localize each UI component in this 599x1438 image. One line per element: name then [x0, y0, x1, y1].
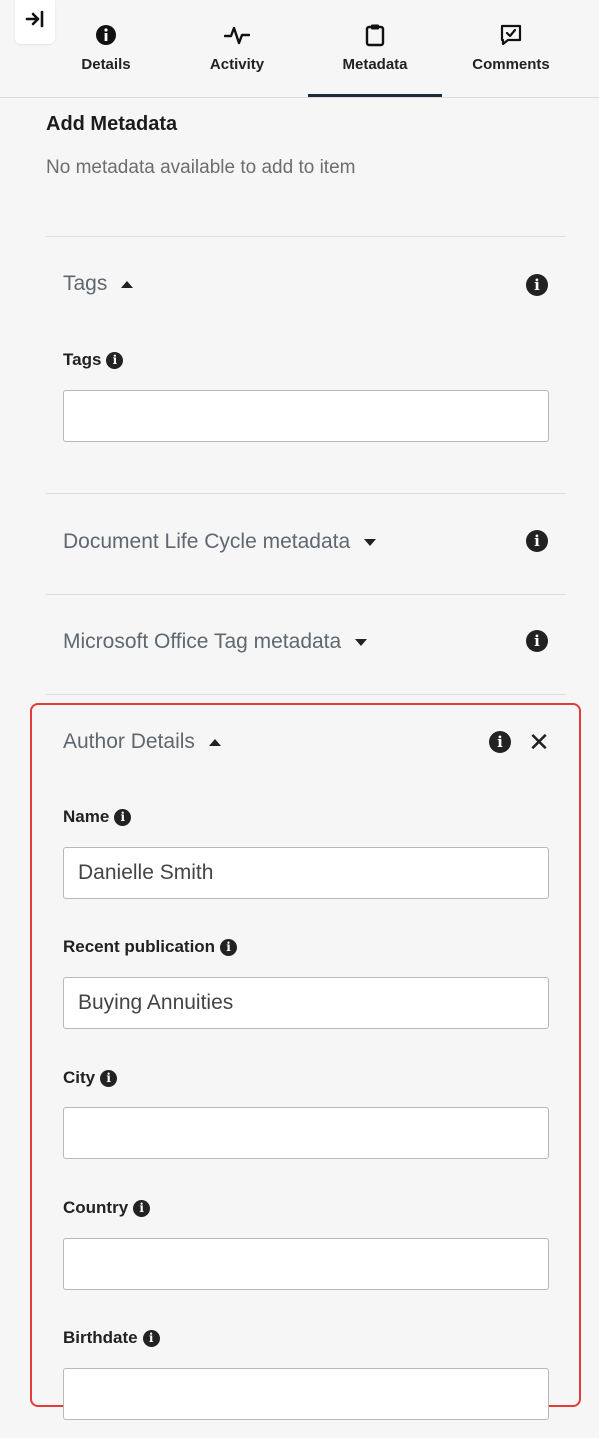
activity-icon [224, 22, 250, 48]
recent-publication-field[interactable]: Buying Annuities [63, 977, 549, 1029]
field-label-text: Tags [63, 350, 102, 369]
tab-details[interactable]: Details [46, 22, 166, 98]
section-title-tags: Tags [63, 272, 108, 295]
field-label-text: City [63, 1068, 96, 1087]
section-title-document-life-cycle: Document Life Cycle metadata [63, 530, 351, 553]
field-label-recent-publication: Recent publication i [63, 937, 238, 957]
field-label-city: City i [63, 1068, 118, 1088]
collapse-right-icon [25, 10, 44, 28]
city-field[interactable] [63, 1107, 549, 1159]
info-icon[interactable]: i [106, 351, 124, 369]
caret-down-icon [364, 538, 377, 546]
caret-up-icon [121, 280, 134, 288]
add-metadata-title: Add Metadata [46, 113, 178, 135]
field-label-birthdate: Birthdate i [63, 1328, 160, 1348]
info-icon[interactable]: i [114, 808, 132, 826]
tab-bar: Details Activity Metadata Comments [0, 0, 599, 98]
tab-details-label: Details [81, 56, 131, 73]
tab-metadata-label: Metadata [342, 56, 408, 73]
field-label-text: Name [63, 807, 110, 826]
info-icon[interactable]: i [142, 1329, 160, 1347]
tab-metadata[interactable]: Metadata [308, 22, 442, 98]
field-label-country: Country i [63, 1198, 151, 1218]
info-icon [95, 22, 117, 48]
info-icon[interactable]: i [220, 938, 238, 956]
close-icon[interactable]: ✕ [528, 729, 550, 755]
tab-activity-label: Activity [209, 56, 265, 73]
field-label-text: Birthdate [63, 1328, 138, 1347]
section-header-tags[interactable]: Tags [63, 272, 134, 296]
tab-comments-label: Comments [472, 56, 550, 73]
tab-comments[interactable]: Comments [451, 22, 571, 98]
section-header-microsoft-office[interactable]: Microsoft Office Tag metadata [63, 630, 368, 654]
field-label-tags: Tags i [63, 350, 124, 370]
info-icon[interactable]: i [526, 274, 548, 296]
divider [46, 694, 566, 695]
field-label-text: Country [63, 1198, 129, 1217]
caret-down-icon [355, 638, 368, 646]
clipboard-icon [365, 22, 385, 48]
info-icon[interactable]: i [100, 1069, 118, 1087]
add-metadata-empty-text: No metadata available to add to item [46, 157, 356, 178]
field-label-text: Recent publication [63, 937, 216, 956]
country-field[interactable] [63, 1238, 549, 1290]
info-icon[interactable]: i [489, 731, 511, 753]
field-label-name: Name i [63, 807, 132, 827]
tab-bar-divider [0, 97, 599, 98]
name-field[interactable]: Danielle Smith [63, 847, 549, 899]
divider [46, 594, 566, 595]
tab-activity[interactable]: Activity [177, 22, 297, 98]
info-icon[interactable]: i [526, 530, 548, 552]
divider [46, 236, 566, 237]
section-title-microsoft-office: Microsoft Office Tag metadata [63, 630, 342, 653]
info-icon[interactable]: i [526, 630, 548, 652]
section-header-author-details[interactable]: Author Details [63, 730, 221, 754]
caret-up-icon [208, 738, 221, 746]
section-header-document-life-cycle[interactable]: Document Life Cycle metadata [63, 530, 377, 554]
divider [46, 493, 566, 494]
tags-input[interactable] [63, 390, 549, 442]
comment-check-icon [499, 22, 523, 48]
birthdate-field[interactable] [63, 1368, 549, 1420]
section-title-author-details: Author Details [63, 730, 195, 753]
info-icon[interactable]: i [133, 1199, 151, 1217]
